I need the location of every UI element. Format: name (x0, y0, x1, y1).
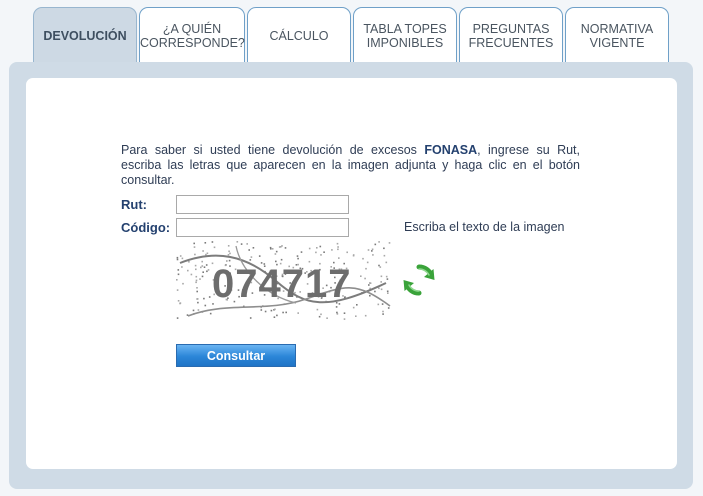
captcha-text: 074717 (212, 262, 351, 306)
tab-label: TABLA TOPES IMPONIBLES (363, 21, 447, 50)
tab-devolucion[interactable]: DEVOLUCIÓN (33, 7, 137, 63)
captcha-hint: Escriba el texto de la imagen (404, 220, 565, 234)
consultar-button[interactable]: Consultar (176, 344, 296, 367)
tab-label: ¿A QUIÉN CORRESPONDE? (140, 21, 245, 50)
captcha-image: 074717 (176, 241, 391, 320)
refresh-icon[interactable] (402, 263, 436, 297)
intro-text: Para saber si usted tiene devolución de … (121, 143, 580, 188)
tab-tabla-topes-imponibles[interactable]: TABLA TOPES IMPONIBLES (353, 7, 457, 63)
tab-label: DEVOLUCIÓN (43, 28, 127, 43)
tab-label: PREGUNTAS FRECUENTES (468, 21, 554, 50)
intro-before: Para saber si usted tiene devolución de … (121, 143, 425, 157)
intro-brand: FONASA (424, 143, 478, 157)
tab-normativa-vigente[interactable]: NORMATIVA VIGENTE (565, 7, 669, 63)
rut-input[interactable] (176, 195, 349, 214)
tab-label: CÁLCULO (269, 28, 329, 43)
tab-label: NORMATIVA VIGENTE (580, 21, 654, 50)
rut-label: Rut: (121, 197, 147, 212)
tab-preguntas-frecuentes[interactable]: PREGUNTAS FRECUENTES (459, 7, 563, 63)
codigo-label: Código: (121, 220, 171, 235)
tab-calculo[interactable]: CÁLCULO (247, 7, 351, 63)
tab-a-quien-corresponde[interactable]: ¿A QUIÉN CORRESPONDE? (139, 7, 245, 63)
tab-bar: DEVOLUCIÓN ¿A QUIÉN CORRESPONDE? CÁLCULO… (0, 0, 703, 64)
codigo-input[interactable] (176, 218, 349, 237)
